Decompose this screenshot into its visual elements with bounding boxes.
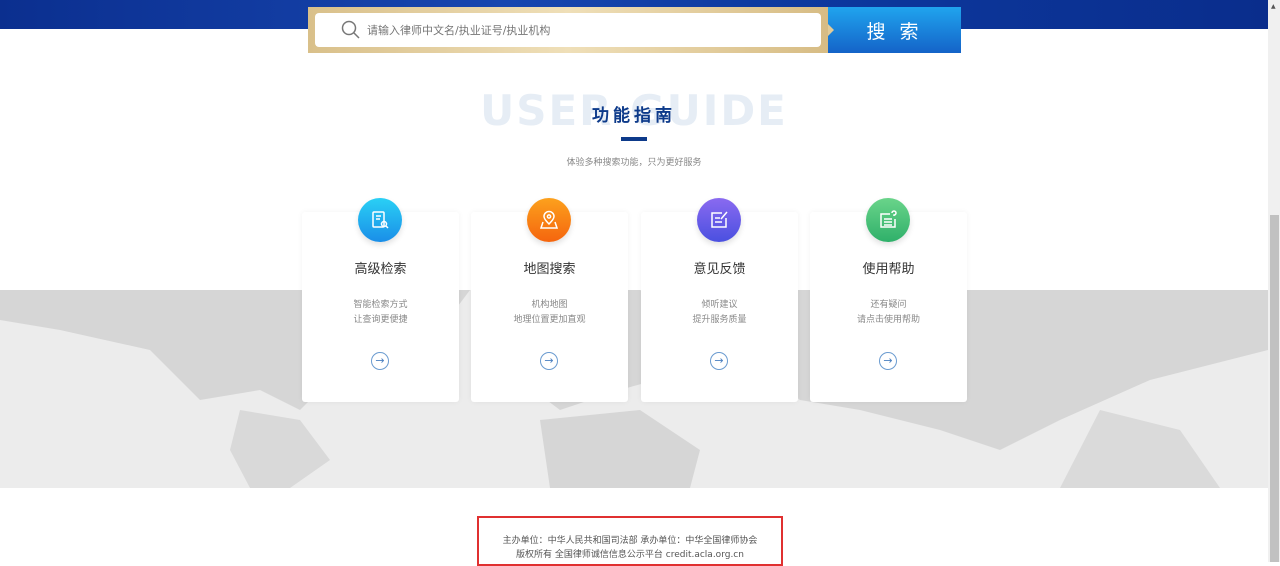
- scrollbar-thumb[interactable]: [1270, 215, 1279, 562]
- arrow-right-icon[interactable]: →: [371, 352, 389, 370]
- search-bar: [308, 7, 828, 53]
- scroll-up-icon[interactable]: ▲: [1271, 3, 1276, 10]
- search-icon: [341, 20, 360, 39]
- guide-title: 功能指南: [592, 106, 676, 126]
- card-desc: 地理位置更加直观: [513, 315, 586, 325]
- map-pin-icon: [527, 198, 571, 242]
- footer-sponsor: 主办单位：中华人民共和国司法部 承办单位：中华全国律师协会: [502, 536, 758, 546]
- footer: 主办单位：中华人民共和国司法部 承办单位：中华全国律师协会 版权所有 全国律师诚…: [477, 516, 783, 566]
- card-title: 高级检索: [354, 262, 407, 277]
- card-desc: 让查询更便捷: [353, 315, 408, 325]
- card-map-search[interactable]: 地图搜索 机构地图地理位置更加直观 →: [471, 198, 628, 402]
- search-button[interactable]: 搜 索: [828, 7, 961, 53]
- card-feedback[interactable]: 意见反馈 倾听建议提升服务质量 →: [641, 198, 798, 402]
- card-desc: 倾听建议: [701, 300, 738, 310]
- guide-subtitle: 体验多种搜索功能，只为更好服务: [566, 158, 702, 168]
- title-underline: [621, 137, 647, 141]
- card-title: 意见反馈: [693, 262, 746, 277]
- arrow-right-icon[interactable]: →: [879, 352, 897, 370]
- document-search-icon: [358, 198, 402, 242]
- card-desc: 提升服务质量: [692, 315, 747, 325]
- card-title: 地图搜索: [523, 262, 576, 277]
- card-advanced-search[interactable]: 高级检索 智能检索方式 让查询更便捷 →: [302, 198, 459, 402]
- card-desc: 还有疑问: [870, 300, 907, 310]
- card-desc: 请点击使用帮助: [856, 315, 920, 325]
- card-help[interactable]: 使用帮助 还有疑问请点击使用帮助 →: [810, 198, 967, 402]
- edit-note-icon: [697, 198, 741, 242]
- card-title: 使用帮助: [862, 262, 915, 277]
- world-map-background: [0, 290, 1268, 488]
- help-document-icon: [866, 198, 910, 242]
- arrow-right-icon[interactable]: →: [710, 352, 728, 370]
- card-desc: 智能检索方式: [353, 300, 408, 310]
- scrollbar[interactable]: ▲: [1268, 0, 1280, 562]
- arrow-right-icon[interactable]: →: [540, 352, 558, 370]
- card-desc: 机构地图: [531, 300, 568, 310]
- search-input[interactable]: [367, 23, 767, 37]
- footer-copyright: 版权所有 全国律师诚信信息公示平台 credit.acla.org.cn: [516, 550, 744, 560]
